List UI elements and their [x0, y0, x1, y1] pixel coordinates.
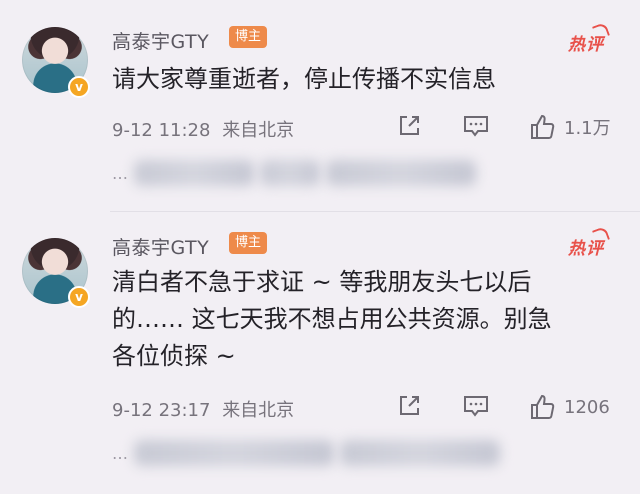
verified-badge-icon: v — [68, 76, 90, 98]
thumbs-up-icon — [531, 394, 555, 419]
reply-preview[interactable]: … — [112, 158, 476, 188]
author-name[interactable]: 高泰宇GTY — [112, 27, 209, 54]
reply-preview[interactable]: … — [112, 438, 500, 468]
comment-location: 来自北京 — [222, 120, 295, 141]
blurred-reply-text — [260, 160, 320, 186]
comment-location: 来自北京 — [222, 400, 295, 421]
share-icon — [400, 116, 419, 135]
blurred-reply-text — [134, 160, 254, 186]
share-button[interactable] — [396, 113, 422, 139]
blurred-reply-text — [134, 440, 334, 466]
comment-icon — [464, 116, 488, 137]
hot-comment-label: 热评 — [568, 30, 604, 55]
author-name[interactable]: 高泰宇GTY — [112, 233, 209, 260]
comment-feed: v 高泰宇GTY 博主 热评 请大家尊重逝者，停止传播不实信息 9-12 11:… — [0, 0, 640, 494]
share-button[interactable] — [396, 393, 422, 419]
comment-item: v 高泰宇GTY 博主 热评 清白者不急于求证 ~ 等我朋友头七以后 的…… 这… — [0, 212, 640, 494]
blurred-reply-text — [340, 440, 500, 466]
blurred-reply-text — [326, 160, 476, 186]
comment-time: 9-12 23:17 — [112, 400, 211, 421]
comment-meta: 9-12 23:17 来自北京 — [112, 396, 294, 422]
verified-badge-icon: v — [68, 286, 90, 308]
author-tag: 博主 — [229, 26, 268, 48]
like-button[interactable]: 1206 — [528, 393, 610, 421]
like-count: 1206 — [564, 396, 610, 418]
hot-comment-label: 热评 — [568, 234, 604, 259]
reply-button[interactable] — [462, 393, 490, 419]
author-tag: 博主 — [229, 232, 268, 254]
comment-text: 清白者不急于求证 ~ 等我朋友头七以后 的…… 这七天我不想占用公共资源。别急 … — [112, 268, 552, 370]
reply-preview-prefix: … — [112, 443, 128, 463]
like-button[interactable]: 1.1万 — [528, 113, 611, 141]
thumbs-up-icon — [531, 114, 555, 139]
comment-item: v 高泰宇GTY 博主 热评 请大家尊重逝者，停止传播不实信息 9-12 11:… — [0, 0, 640, 212]
comment-text: 请大家尊重逝者，停止传播不实信息 — [112, 65, 496, 93]
reply-preview-prefix: … — [112, 163, 128, 183]
comment-meta: 9-12 11:28 来自北京 — [112, 116, 294, 142]
share-icon — [400, 396, 419, 415]
reply-button[interactable] — [462, 113, 490, 139]
comment-time: 9-12 11:28 — [112, 120, 211, 141]
comment-icon — [464, 396, 488, 417]
like-count: 1.1万 — [564, 118, 611, 139]
